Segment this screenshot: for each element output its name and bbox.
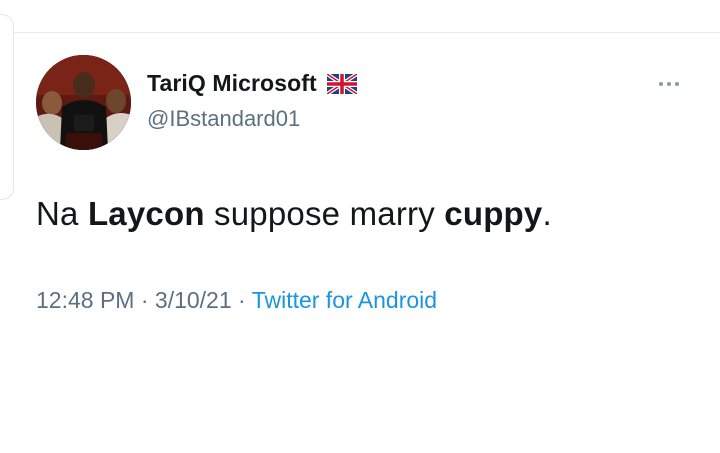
tweet-text-part: suppose marry [204,195,445,232]
tweet-text-part: Na [36,195,88,232]
tweet-screen: TariQ Microsoft @IBstandard01 Na Laycon … [0,0,720,453]
tweet-date[interactable]: 3/10/21 [155,287,232,313]
display-name[interactable]: TariQ Microsoft [147,70,317,97]
meta-separator: · [231,287,252,313]
tweet-text-mention-bold: cuppy [444,195,543,232]
meta-separator: · [134,287,155,313]
more-options-icon-dot [675,82,679,86]
author-row: TariQ Microsoft [147,70,358,97]
more-options-icon [659,82,663,86]
more-options-button[interactable] [652,74,686,94]
tweet-metadata: 12:48 PM · 3/10/21 · Twitter for Android [36,287,437,314]
more-options-icon-dot [667,82,671,86]
tweet-time[interactable]: 12:48 PM [36,287,134,313]
tweet-text: Na Laycon suppose marry cuppy. [36,195,552,233]
user-handle[interactable]: @IBstandard01 [147,106,300,132]
tweet-text-part: . [542,195,552,232]
avatar[interactable] [36,55,131,150]
tweet-source-link[interactable]: Twitter for Android [252,287,437,313]
top-divider [0,32,720,33]
uk-flag-icon [325,71,358,96]
adjacent-card-edge [0,14,14,200]
avatar-illustration [36,55,131,150]
tweet-text-mention-bold: Laycon [87,195,205,232]
